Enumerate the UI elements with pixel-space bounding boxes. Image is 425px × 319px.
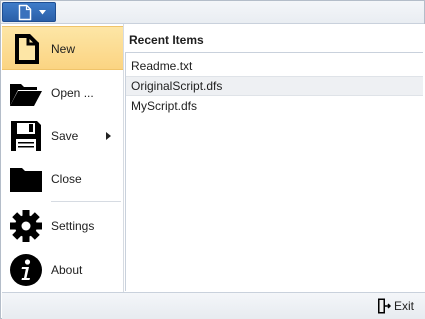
new-document-icon xyxy=(15,34,39,64)
gear-icon xyxy=(10,210,42,242)
backstage-menu: New Open ... Save Close Settings About R… xyxy=(2,24,425,293)
menu-item-label: Open ... xyxy=(51,86,94,100)
menu-item-label: Save xyxy=(51,129,79,143)
menu-item-label: Settings xyxy=(51,219,95,233)
backstage-footer: Exit xyxy=(2,293,425,319)
menu-item-label: New xyxy=(51,42,76,56)
exit-button[interactable]: Exit xyxy=(377,296,417,316)
menu-item-label: About xyxy=(51,263,83,277)
submenu-arrow-icon xyxy=(106,132,111,140)
menu-item-new[interactable]: New xyxy=(2,26,123,70)
info-icon xyxy=(10,254,42,286)
menu-item-settings[interactable]: Settings xyxy=(2,204,123,248)
open-folder-icon xyxy=(10,84,42,106)
recent-items-list: Readme.txt OriginalScript.dfs MyScript.d… xyxy=(125,52,423,291)
folder-icon xyxy=(10,168,42,192)
menu-item-close[interactable]: Close xyxy=(2,157,123,201)
menu-item-about[interactable]: About xyxy=(2,248,123,292)
recent-items-title: Recent Items xyxy=(129,33,204,47)
document-icon xyxy=(18,4,32,21)
exit-label: Exit xyxy=(394,299,415,313)
menu-separator xyxy=(51,201,121,202)
backstage-commands: New Open ... Save Close Settings About xyxy=(2,24,124,292)
exit-door-icon xyxy=(378,298,391,314)
chevron-down-icon xyxy=(39,10,46,15)
application-menu-button[interactable] xyxy=(2,2,56,22)
menu-item-save[interactable]: Save xyxy=(2,114,123,158)
recent-items-pane: Recent Items Readme.txt OriginalScript.d… xyxy=(124,24,425,292)
backstage-window: New Open ... Save Close Settings About R… xyxy=(0,0,425,319)
recent-item[interactable]: OriginalScript.dfs xyxy=(126,76,423,96)
recent-item[interactable]: MyScript.dfs xyxy=(126,96,423,116)
menu-bar xyxy=(1,1,424,24)
menu-item-label: Close xyxy=(51,172,82,186)
floppy-disk-icon xyxy=(11,121,41,151)
menu-item-open[interactable]: Open ... xyxy=(2,71,123,115)
recent-item[interactable]: Readme.txt xyxy=(126,56,423,76)
